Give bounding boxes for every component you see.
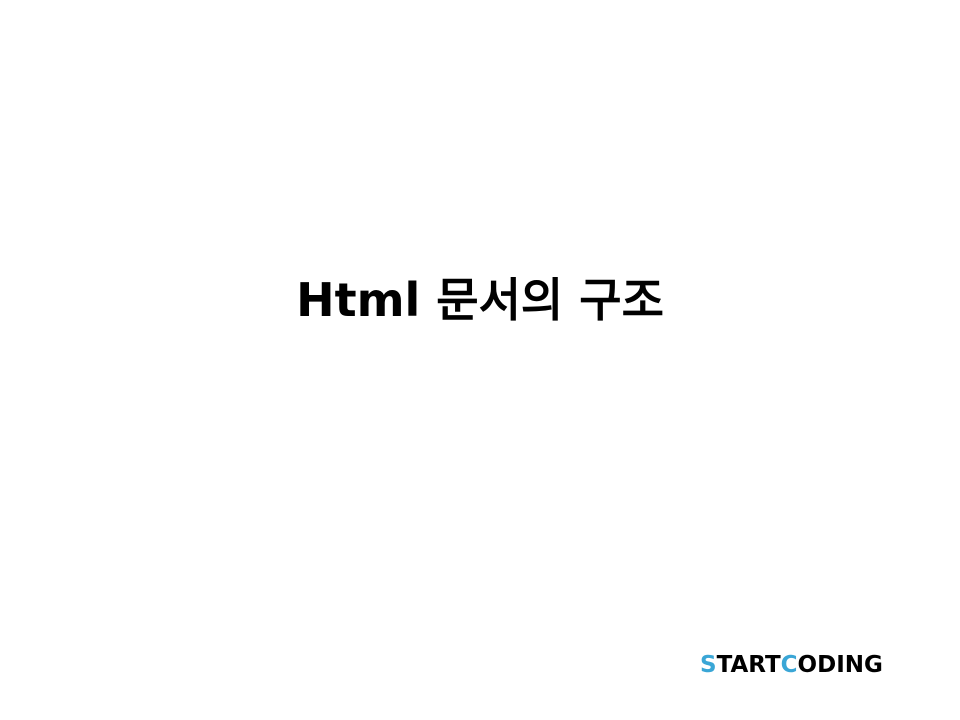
logo-letter-s: S (700, 652, 717, 678)
slide-title: Html 문서의 구조 (296, 273, 664, 327)
logo-text-oding: ODING (797, 652, 883, 678)
logo-text-tart: TART (716, 652, 781, 678)
startcoding-logo: STARTCODING (700, 650, 883, 680)
slide: Html 문서의 구조 STARTCODING (0, 0, 960, 720)
logo-letter-c: C (780, 652, 798, 678)
